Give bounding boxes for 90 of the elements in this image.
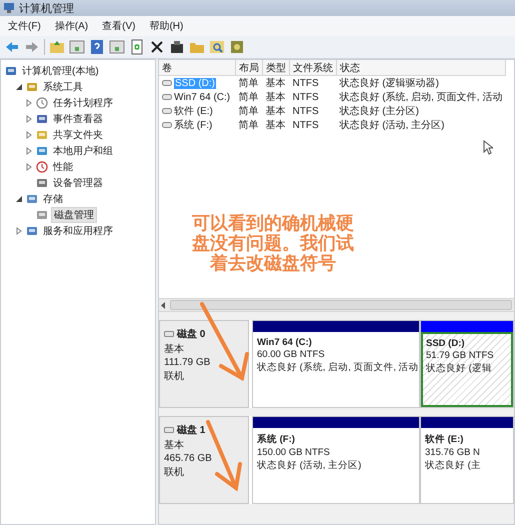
partition-size: 60.00 GB NTFS xyxy=(257,349,326,360)
partition-name: 软件 (E:) xyxy=(425,433,464,446)
partition-name: SSD (D:) xyxy=(426,338,466,349)
table-cell-text: 基本 xyxy=(264,90,286,104)
search-icon[interactable] xyxy=(209,39,225,55)
tree-item[interactable]: 计算机管理(本地) xyxy=(20,64,101,78)
expanded-arrow-icon[interactable] xyxy=(15,83,23,91)
table-cell: NTFS xyxy=(290,76,336,90)
mouse-pointer-icon xyxy=(483,140,493,155)
partition-status: 状态良好 (主 xyxy=(425,459,482,472)
disk-label-panel[interactable]: 磁盘 1 基本 465.76 GB 联机 xyxy=(159,416,249,504)
partition-size: 150.00 GB NTFS xyxy=(257,447,331,458)
drive-icon xyxy=(164,331,174,337)
menu-item[interactable]: 帮助(H) xyxy=(149,19,184,33)
partition-status: 状态良好 (逻辑 xyxy=(426,362,493,375)
forward-icon[interactable] xyxy=(24,39,40,55)
back-icon[interactable] xyxy=(4,39,20,55)
disk-size: 465.76 GB xyxy=(164,453,213,464)
table-cell-text: NTFS xyxy=(292,118,320,132)
partition[interactable]: SSD (D:) 51.79 GB NTFS 状态良好 (逻辑 xyxy=(420,320,514,408)
partition-size: 51.79 GB NTFS xyxy=(426,350,495,361)
partition[interactable]: 系统 (F:) 150.00 GB NTFS 状态良好 (活动, 主分区) xyxy=(252,416,420,504)
disk-status: 联机 xyxy=(164,466,185,479)
table-cell-text: 状态良好 (主分区) xyxy=(338,104,420,118)
collapsed-arrow-icon[interactable] xyxy=(25,131,33,139)
collapsed-arrow-icon[interactable] xyxy=(25,147,33,155)
table-cell-text: 简单 xyxy=(238,118,260,132)
menu-item[interactable]: 查看(V) xyxy=(102,19,136,33)
table-cell-text: 基本 xyxy=(264,118,286,132)
folder-up-icon[interactable] xyxy=(49,39,65,55)
disk-label-panel[interactable]: 磁盘 0 基本 111.79 GB 联机 xyxy=(159,320,249,408)
refresh-icon[interactable] xyxy=(129,39,145,55)
partition-name: Win7 64 (C:) xyxy=(257,337,313,348)
table-cell-text: 基本 xyxy=(264,104,286,118)
partition-size: 315.76 GB N xyxy=(425,447,481,458)
pane-icon[interactable] xyxy=(109,39,125,55)
tree-item[interactable]: 任务计划程序 xyxy=(51,96,115,110)
partition[interactable]: 软件 (E:) 315.76 GB N 状态良好 (主 xyxy=(420,416,514,504)
collapsed-arrow-icon[interactable] xyxy=(25,115,33,123)
scrollbar[interactable] xyxy=(159,298,514,312)
column-header[interactable]: 状态 xyxy=(336,60,506,76)
tree-item[interactable]: 设备管理器 xyxy=(51,176,105,190)
expanded-arrow-icon[interactable] xyxy=(15,195,23,203)
scroll-left-icon[interactable] xyxy=(161,302,166,308)
tree-item[interactable]: 存储 xyxy=(41,192,65,206)
table-cell-text: NTFS xyxy=(292,104,320,118)
table-cell-text: 状态良好 (活动, 主分区) xyxy=(338,118,446,132)
clock-icon xyxy=(36,97,48,109)
volume-name[interactable]: Win7 64 (C:) xyxy=(174,92,230,102)
disk-type: 基本 xyxy=(164,342,185,356)
collapsed-arrow-icon[interactable] xyxy=(25,163,33,171)
tree-item[interactable]: 共享文件夹 xyxy=(51,128,105,142)
table-cell: 状态良好 (逻辑驱动器) xyxy=(336,76,506,90)
column-header[interactable]: 卷 xyxy=(159,60,236,76)
partition-status: 状态良好 (系统, 启动, 页面文件, 活动 xyxy=(257,361,415,374)
disk-name: 磁盘 1 xyxy=(177,424,206,437)
table-cell-text: NTFS xyxy=(292,90,320,104)
disk-status: 联机 xyxy=(164,370,185,383)
partition-status: 状态良好 (活动, 主分区) xyxy=(257,459,362,472)
menu-item[interactable]: 操作(A) xyxy=(54,19,88,33)
tree-item[interactable]: 事件查看器 xyxy=(51,112,105,126)
table-cell: 基本 xyxy=(262,76,290,90)
disk-size: 111.79 GB xyxy=(164,357,212,368)
menu-item[interactable]: 文件(F) xyxy=(8,19,41,33)
column-header[interactable]: 布局 xyxy=(236,60,262,76)
column-header[interactable]: 类型 xyxy=(262,60,290,76)
window-title: 计算机管理 xyxy=(19,2,74,16)
delete-icon[interactable] xyxy=(149,39,165,55)
volume-name[interactable]: 软件 (E:) xyxy=(174,104,213,118)
collapsed-arrow-icon[interactable] xyxy=(15,227,23,235)
tree-item[interactable]: 服务和应用程序 xyxy=(41,224,115,238)
disk-type: 基本 xyxy=(164,438,185,452)
table-cell-text: 状态良好 (系统, 启动, 页面文件, 活动 xyxy=(338,90,504,104)
disk-name: 磁盘 0 xyxy=(177,328,206,341)
tree-item[interactable]: 本地用户和组 xyxy=(51,144,115,158)
table-cell: 简单 xyxy=(236,76,262,90)
volume-name[interactable]: 系统 (F:) xyxy=(174,118,212,132)
tree-item[interactable]: 性能 xyxy=(51,160,75,174)
column-header[interactable]: 文件系统 xyxy=(290,60,336,76)
table-cell-text: 简单 xyxy=(238,90,260,104)
annotation-text: 可以看到的确机械硬盘没有问题。我们试着去改磁盘符号 xyxy=(191,214,355,274)
tree-item[interactable]: 磁盘管理 xyxy=(51,207,97,223)
partition[interactable]: Win7 64 (C:) 60.00 GB NTFS 状态良好 (系统, 启动, 页面文件, 活动 xyxy=(252,320,420,408)
tree-item[interactable]: 系统工具 xyxy=(41,80,85,94)
collapsed-arrow-icon[interactable] xyxy=(25,99,33,107)
help-icon[interactable] xyxy=(89,39,105,55)
partition-name: 系统 (F:) xyxy=(257,433,296,446)
table-cell-text: 简单 xyxy=(238,104,260,118)
drive-icon xyxy=(164,427,174,433)
pane-icon[interactable] xyxy=(69,39,85,55)
